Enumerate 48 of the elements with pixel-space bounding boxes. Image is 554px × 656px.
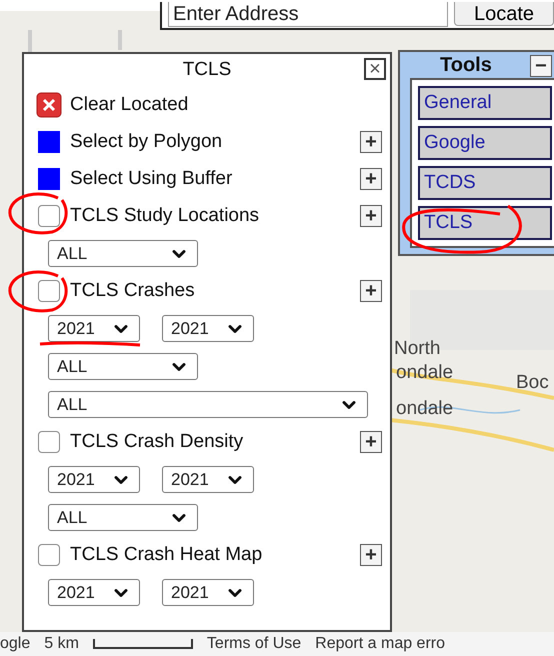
terms-link[interactable]: Terms of Use (206, 635, 302, 653)
layer-checkbox[interactable] (38, 205, 60, 227)
item-label: Select Using Buffer (70, 168, 234, 190)
panel-title: Tools (440, 54, 492, 76)
filter-dropdown[interactable]: ALL (48, 504, 198, 531)
item-label: Clear Located (70, 94, 190, 116)
expand-button[interactable]: + (360, 544, 382, 566)
year-dropdown[interactable]: 2021 (162, 579, 254, 606)
tool-button[interactable]: TCLS (418, 206, 552, 240)
panel-title: TCLS (182, 59, 232, 81)
locate-button[interactable]: Locate (454, 2, 554, 26)
map-label: Boc (516, 372, 549, 394)
expand-button[interactable]: + (360, 131, 382, 153)
layer-checkbox[interactable] (38, 544, 60, 566)
report-link[interactable]: Report a map erro (315, 635, 446, 653)
filter-dropdown[interactable]: ALL (48, 391, 368, 418)
tool-button[interactable]: TCDS (418, 166, 552, 200)
year-dropdown[interactable]: 2021 (162, 315, 254, 342)
map-label: North (394, 338, 440, 360)
item-label: TCLS Crash Heat Map (70, 544, 264, 566)
close-button[interactable]: × (364, 58, 386, 80)
expand-button[interactable]: + (360, 431, 382, 453)
scale-label: 5 km (44, 635, 79, 653)
item-label: TCLS Crash Density (70, 431, 244, 453)
year-dropdown[interactable]: 2021 (162, 466, 254, 493)
item-label: Select by Polygon (70, 131, 224, 153)
year-dropdown[interactable]: 2021 (48, 579, 140, 606)
filter-dropdown[interactable]: ALL (48, 240, 198, 267)
clear-icon[interactable] (36, 92, 62, 118)
expand-button[interactable]: + (360, 168, 382, 190)
year-dropdown[interactable]: 2021 (48, 466, 140, 493)
year-dropdown[interactable]: 2021 (48, 315, 140, 342)
circle-annotation (8, 192, 68, 234)
map-label: ondale (396, 398, 454, 420)
tool-button[interactable]: Google (418, 126, 552, 160)
item-label: TCLS Study Locations (70, 205, 260, 227)
layer-checkbox[interactable] (38, 280, 60, 302)
expand-button[interactable]: + (360, 205, 382, 227)
expand-button[interactable]: + (360, 280, 382, 302)
scale-bar-icon (92, 639, 193, 649)
layer-checkbox[interactable] (38, 431, 60, 453)
address-field[interactable]: Enter Address (168, 2, 448, 27)
tool-button[interactable]: General (418, 86, 552, 120)
circle-annotation (8, 270, 68, 312)
filter-dropdown[interactable]: ALL (48, 353, 198, 380)
collapse-button[interactable]: − (530, 55, 552, 77)
attribution-text: ogle (0, 635, 30, 653)
item-label: TCLS Crashes (70, 280, 196, 302)
